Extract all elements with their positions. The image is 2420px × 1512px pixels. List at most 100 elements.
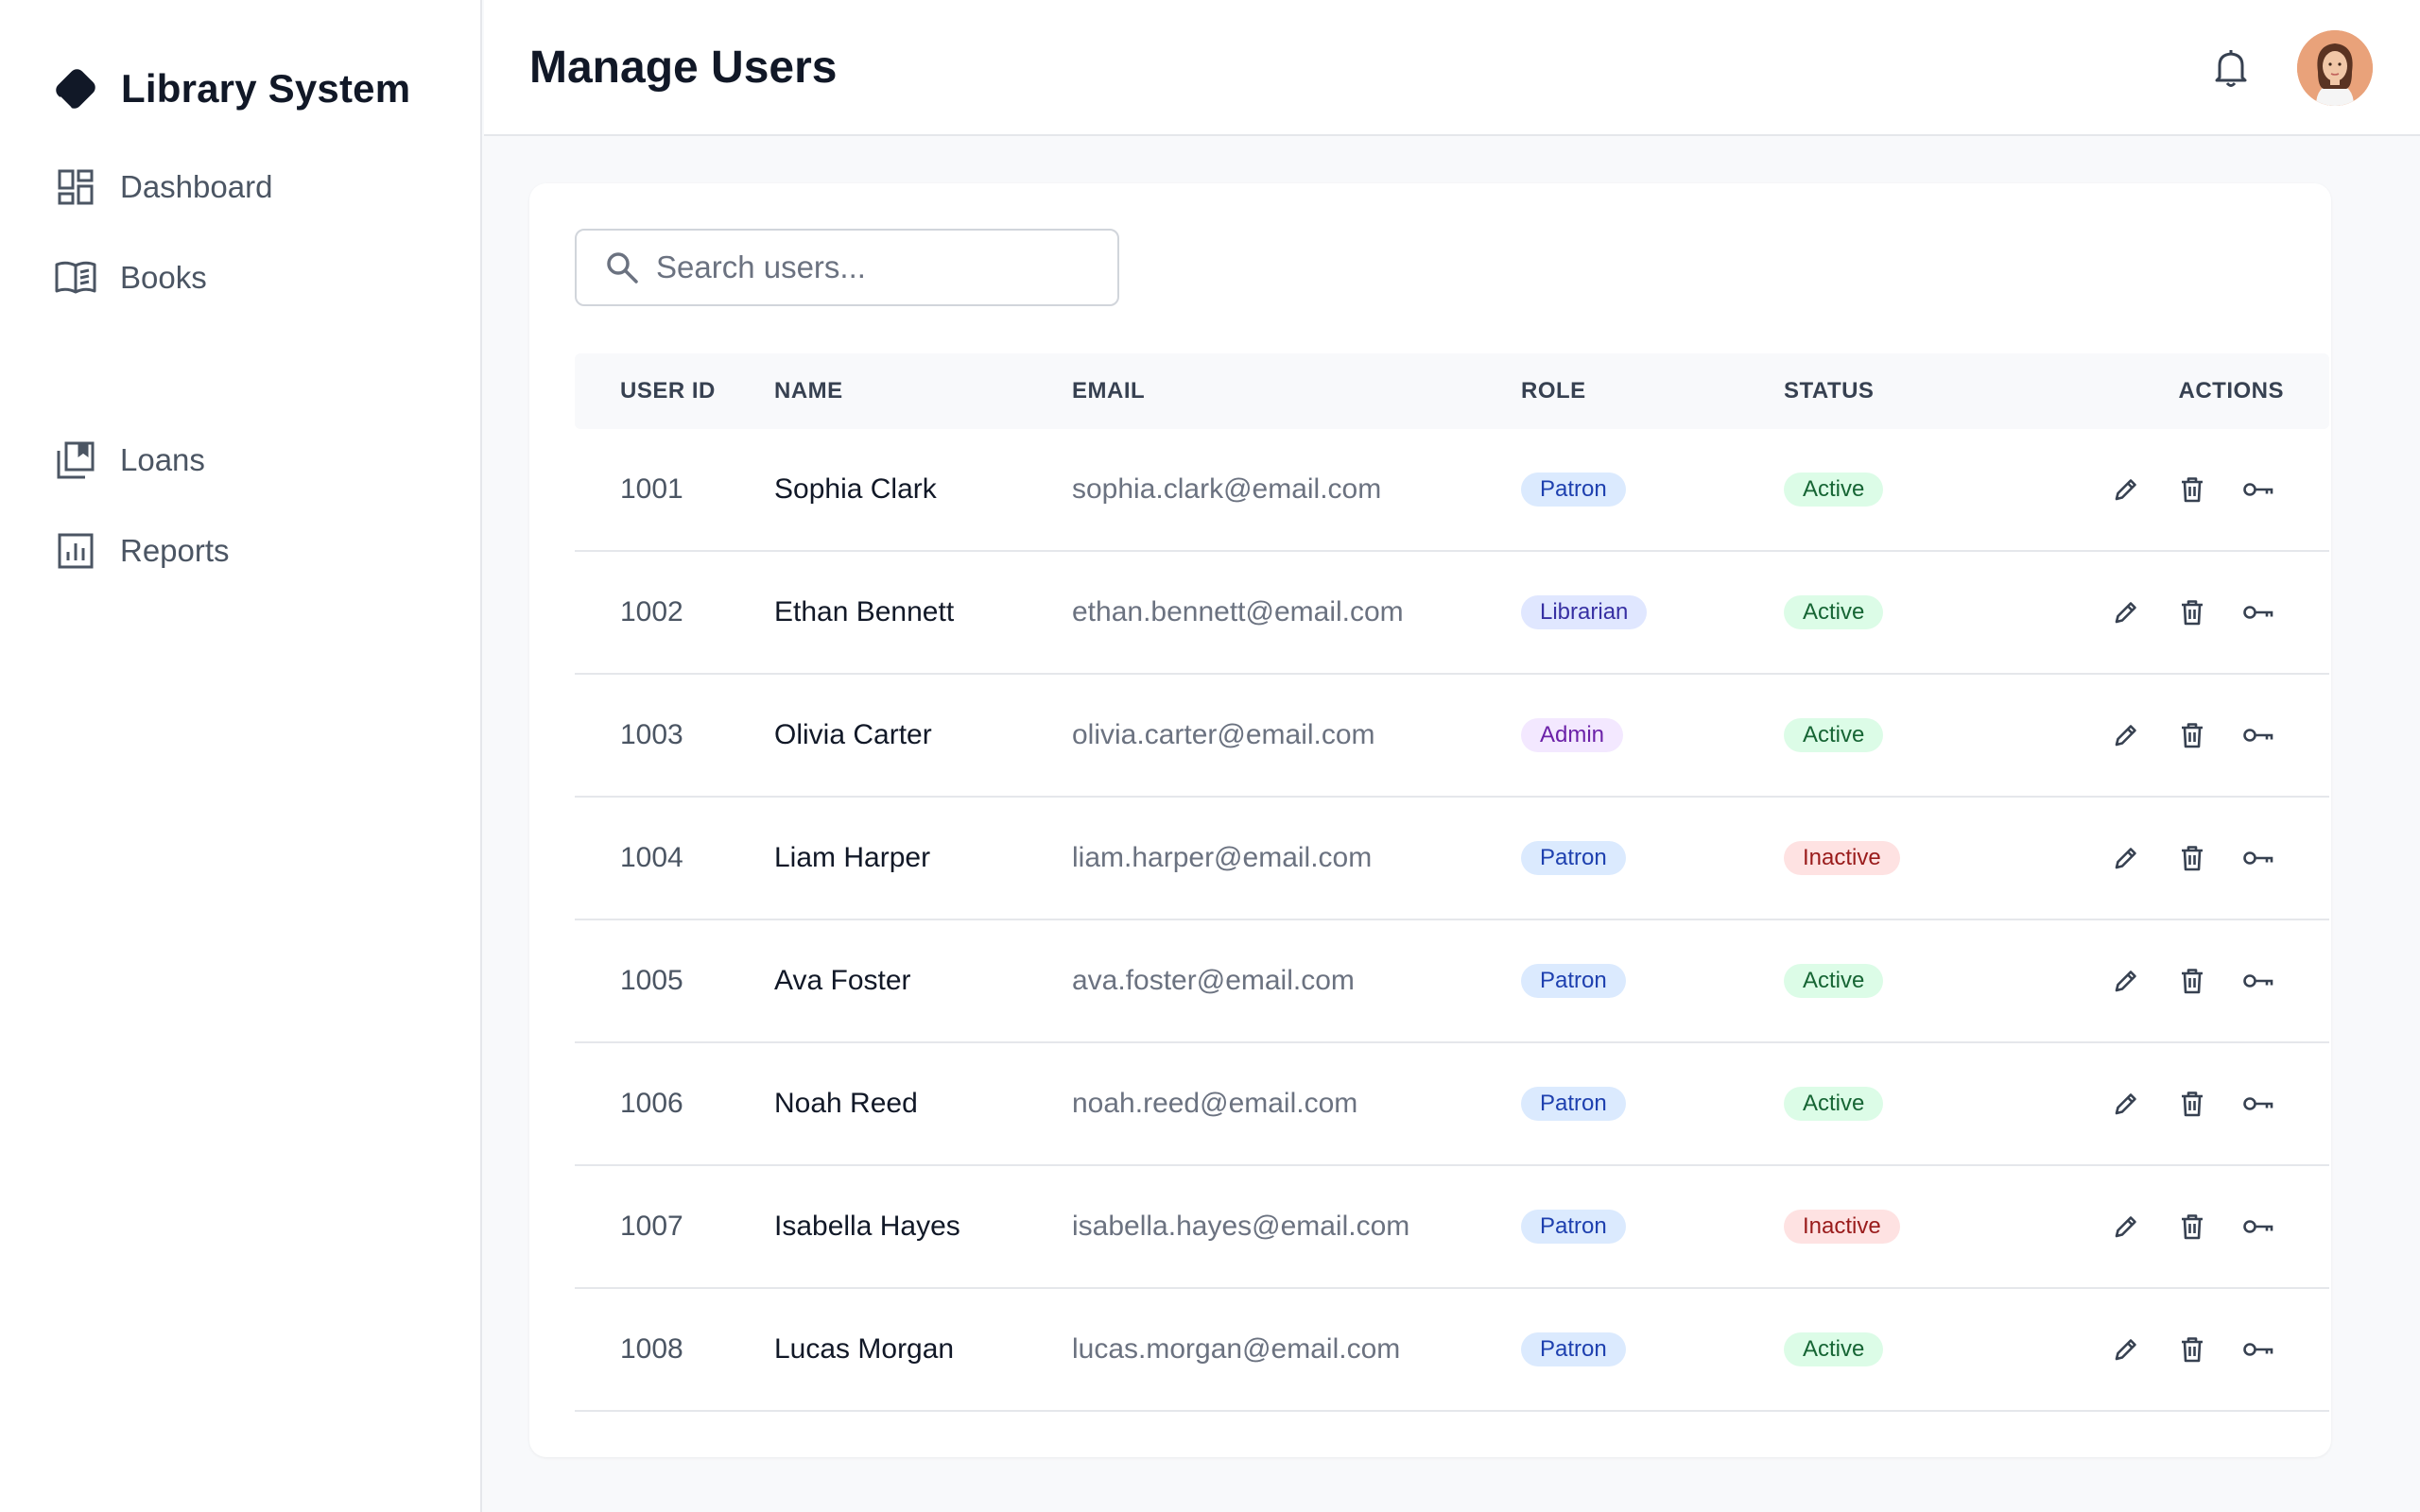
cell-name: Sophia Clark xyxy=(774,473,937,505)
key-icon[interactable] xyxy=(2240,963,2276,999)
row-actions xyxy=(2108,963,2276,999)
table-row[interactable]: 1006 Noah Reed noah.reed@email.com Patron Ac… xyxy=(575,1043,2329,1166)
key-icon[interactable] xyxy=(2240,717,2276,753)
column-header-actions: ACTIONS xyxy=(2058,378,2329,404)
sidebar-item-dashboard[interactable]: Dashboard xyxy=(52,163,272,211)
status-badge: Active xyxy=(1784,472,1884,507)
cell-email: ava.foster@email.com xyxy=(1072,965,1355,996)
cell-email: isabella.hayes@email.com xyxy=(1072,1211,1410,1242)
edit-icon[interactable] xyxy=(2108,717,2144,753)
delete-icon[interactable] xyxy=(2174,1086,2210,1122)
status-badge: Active xyxy=(1784,964,1884,998)
row-actions xyxy=(2108,840,2276,876)
status-badge: Inactive xyxy=(1784,1210,1900,1244)
sidebar-item-books[interactable]: Books xyxy=(52,254,207,301)
delete-icon[interactable] xyxy=(2174,594,2210,630)
cell-email: olivia.carter@email.com xyxy=(1072,719,1375,750)
column-header-email[interactable]: EMAIL xyxy=(1072,378,1521,404)
table-row[interactable]: 1003 Olivia Carter olivia.carter@email.com… xyxy=(575,675,2329,798)
delete-icon[interactable] xyxy=(2174,472,2210,507)
column-header-role[interactable]: ROLE xyxy=(1521,378,1784,404)
table-header: USER ID NAME EMAIL ROLE STATUS ACTIONS xyxy=(575,353,2329,429)
search-input[interactable] xyxy=(654,249,1093,286)
column-header-status[interactable]: STATUS xyxy=(1784,378,2058,404)
key-icon[interactable] xyxy=(2240,472,2276,507)
cell-name: Lucas Morgan xyxy=(774,1333,955,1365)
users-card: USER ID NAME EMAIL ROLE STATUS ACTIONS 1… xyxy=(529,183,2331,1457)
key-icon[interactable] xyxy=(2240,840,2276,876)
row-actions xyxy=(2108,594,2276,630)
status-badge: Active xyxy=(1784,718,1884,752)
role-badge: Patron xyxy=(1521,1332,1626,1366)
status-badge: Active xyxy=(1784,595,1884,629)
edit-icon[interactable] xyxy=(2108,963,2144,999)
users-table: USER ID NAME EMAIL ROLE STATUS ACTIONS 1… xyxy=(575,353,2329,1412)
cell-name: Isabella Hayes xyxy=(774,1211,960,1242)
column-header-user-id[interactable]: USER ID xyxy=(575,378,774,404)
edit-icon[interactable] xyxy=(2108,1209,2144,1245)
row-actions xyxy=(2108,472,2276,507)
cell-user-id: 1008 xyxy=(620,1333,683,1365)
cell-user-id: 1001 xyxy=(620,473,683,505)
column-header-name[interactable]: NAME xyxy=(774,378,1072,404)
key-icon[interactable] xyxy=(2240,1086,2276,1122)
cell-user-id: 1003 xyxy=(620,719,683,750)
table-row[interactable]: 1001 Sophia Clark sophia.clark@email.com Pa… xyxy=(575,429,2329,552)
delete-icon[interactable] xyxy=(2174,717,2210,753)
sidebar-item-loans[interactable]: Loans xyxy=(52,437,205,484)
row-actions xyxy=(2108,1332,2276,1367)
cell-name: Ethan Bennett xyxy=(774,596,955,627)
table-row[interactable]: 1008 Lucas Morgan lucas.morgan@email.com Pa… xyxy=(575,1289,2329,1412)
page-title: Manage Users xyxy=(529,43,838,93)
column-header-actions-label: ACTIONS xyxy=(2178,378,2284,404)
sidebar-item-label: Dashboard xyxy=(120,169,273,204)
status-badge: Inactive xyxy=(1784,841,1900,875)
status-badge: Active xyxy=(1784,1087,1884,1121)
role-badge: Patron xyxy=(1521,1087,1626,1121)
edit-icon[interactable] xyxy=(2108,840,2144,876)
cell-name: Olivia Carter xyxy=(774,719,932,750)
cell-email: noah.reed@email.com xyxy=(1072,1088,1358,1119)
cell-user-id: 1002 xyxy=(620,596,683,627)
key-icon[interactable] xyxy=(2240,594,2276,630)
edit-icon[interactable] xyxy=(2108,1332,2144,1367)
table-row[interactable]: 1007 Isabella Hayes isabella.hayes@email.c… xyxy=(575,1166,2329,1289)
key-icon[interactable] xyxy=(2240,1332,2276,1367)
table-row[interactable]: 1004 Liam Harper liam.harper@email.com Patr… xyxy=(575,798,2329,920)
edit-icon[interactable] xyxy=(2108,1086,2144,1122)
sidebar-item-label: Reports xyxy=(120,533,230,568)
sidebar: Library System Dashboard Books Loans Rep… xyxy=(0,0,482,1512)
table-body: 1001 Sophia Clark sophia.clark@email.com Pa… xyxy=(575,429,2329,1412)
delete-icon[interactable] xyxy=(2174,1332,2210,1367)
delete-icon[interactable] xyxy=(2174,963,2210,999)
cell-name: Noah Reed xyxy=(774,1088,918,1119)
role-badge: Librarian xyxy=(1521,595,1648,629)
delete-icon[interactable] xyxy=(2174,1209,2210,1245)
search-box[interactable] xyxy=(575,229,1119,306)
table-row[interactable]: 1002 Ethan Bennett ethan.bennett@email.com… xyxy=(575,552,2329,675)
user-avatar[interactable] xyxy=(2297,30,2373,106)
role-badge: Patron xyxy=(1521,964,1626,998)
cell-email: sophia.clark@email.com xyxy=(1072,473,1382,505)
open-book-icon xyxy=(52,254,99,301)
cell-user-id: 1006 xyxy=(620,1088,683,1119)
key-icon[interactable] xyxy=(2240,1209,2276,1245)
app-title: Library System xyxy=(121,66,411,111)
delete-icon[interactable] xyxy=(2174,840,2210,876)
sidebar-item-reports[interactable]: Reports xyxy=(52,527,230,575)
row-actions xyxy=(2108,1209,2276,1245)
edit-icon[interactable] xyxy=(2108,472,2144,507)
cell-user-id: 1004 xyxy=(620,842,683,873)
edit-icon[interactable] xyxy=(2108,594,2144,630)
bell-icon[interactable] xyxy=(2204,42,2257,94)
role-badge: Patron xyxy=(1521,1210,1626,1244)
row-actions xyxy=(2108,717,2276,753)
table-row[interactable]: 1005 Ava Foster ava.foster@email.com Patron… xyxy=(575,920,2329,1043)
role-badge: Patron xyxy=(1521,841,1626,875)
status-badge: Active xyxy=(1784,1332,1884,1366)
cell-user-id: 1007 xyxy=(620,1211,683,1242)
brand[interactable]: Library System xyxy=(47,60,410,117)
sidebar-item-label: Books xyxy=(120,260,207,295)
cell-user-id: 1005 xyxy=(620,965,683,996)
cell-email: liam.harper@email.com xyxy=(1072,842,1373,873)
